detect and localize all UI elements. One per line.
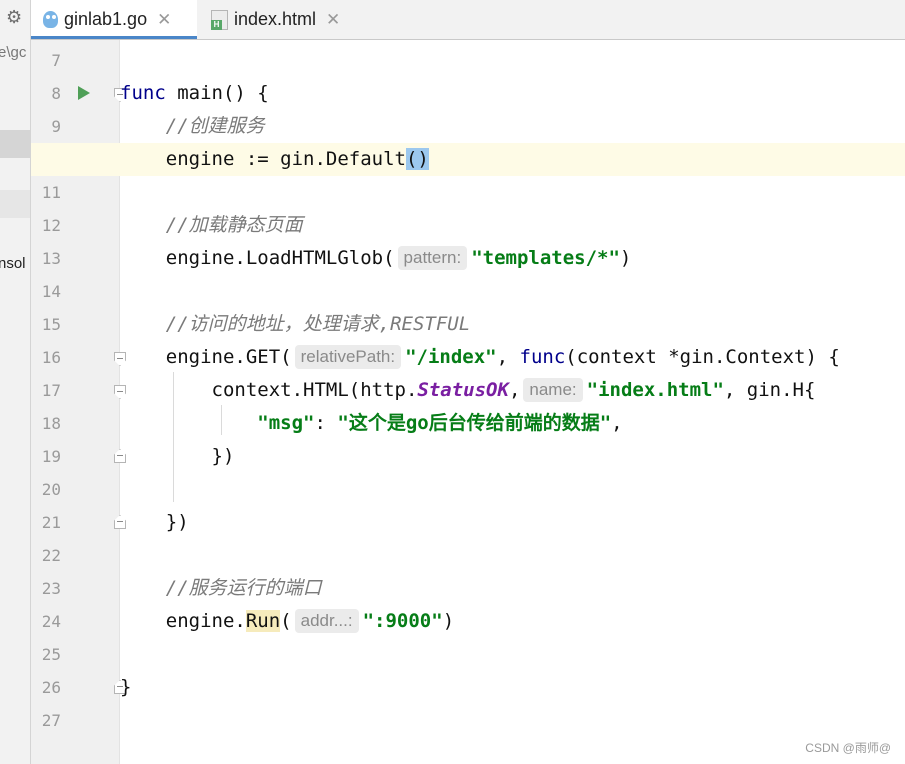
line-number: 11 [41,183,61,202]
brace-match-highlight: () [405,148,429,170]
code-text: }) [165,511,189,533]
code-line: //服务运行的端口 [120,572,905,605]
string-literal: "templates/*" [471,247,620,269]
code-text: : [314,412,338,434]
code-line: }) [120,440,905,473]
parameter-hint: pattern: [397,246,468,270]
code-text: , [496,346,520,368]
tab-ginlab1-go[interactable]: ginlab1.go ✕ [31,0,197,39]
gear-icon[interactable]: ⚙ [6,8,26,28]
code-text: }) [211,445,235,467]
project-console-fragment: nsol [0,255,26,272]
go-file-icon [43,11,58,28]
line-number: 22 [41,546,61,565]
code-line-current: engine := gin.Default() [31,143,905,176]
string-literal: "msg" [257,412,315,434]
code-line: engine.LoadHTMLGlob(pattern: "templates/*… [120,242,905,275]
line-number: 16 [41,348,61,367]
comment: //创建服务 [165,115,265,137]
code-text: engine.LoadHTMLGlob( [165,247,395,269]
parameter-hint: relativePath: [294,345,402,369]
code-text: ) [442,610,455,632]
code-line: //访问的地址，处理请求,RESTFUL [120,308,905,341]
string-literal: "/index" [405,346,497,368]
code-text: , gin.H{ [723,379,816,401]
parameter-hint: addr...: [294,609,359,633]
code-text: } [120,676,132,698]
run-icon[interactable] [78,86,90,100]
line-number: 27 [41,711,61,730]
project-tree-row[interactable] [0,190,30,218]
project-pane: ⚙ e\gc nsol [0,0,31,764]
code-text: context.HTML(http. [211,379,418,401]
code-text: , [611,412,623,434]
code-line: }) [120,506,905,539]
code-line: "msg": "这个是go后台传给前端的数据", [120,407,905,440]
code-text: main() { [165,82,269,104]
comment: //访问的地址，处理请求,RESTFUL [165,313,471,335]
code-text: engine.GET( [165,346,292,368]
line-number: 19 [41,447,61,466]
comment: //加载静态页面 [165,214,303,236]
html-file-icon: H [211,9,228,30]
string-literal: ":9000" [362,610,443,632]
line-number: 12 [41,216,61,235]
line-number: 8 [51,84,61,103]
string-literal: "这个是go后台传给前端的数据" [337,412,612,434]
code-line: engine.GET(relativePath: "/index", func(c… [120,341,905,374]
usage-highlight: Run [245,610,281,632]
code-text: ) [619,247,632,269]
code-text: , [508,379,521,401]
code-line: } [120,671,905,704]
line-number: 26 [41,678,61,697]
parameter-hint: name: [523,378,583,402]
code-text: (context *gin.Context) { [565,346,840,368]
code-line: //加载静态页面 [120,209,905,242]
code-line: //创建服务 [120,110,905,143]
tab-label: index.html [234,9,317,29]
line-number: 7 [51,51,61,70]
constant: StatusOK [417,379,509,401]
line-number: 15 [41,315,61,334]
tab-label: ginlab1.go [64,9,148,29]
project-tree-selected-row[interactable] [0,130,30,158]
line-number: 21 [41,513,61,532]
project-path-fragment: e\gc [0,44,27,61]
code-line: context.HTML(http.StatusOK, name: "index.h… [120,374,905,407]
line-number: 13 [41,249,61,268]
line-number: 24 [41,612,61,631]
close-icon[interactable]: ✕ [157,10,171,30]
line-number: 14 [41,282,61,301]
code-text: engine := gin.Default [165,148,406,170]
comment: //服务运行的端口 [165,577,322,599]
editor-tab-bar: ginlab1.go ✕ H index.html ✕ [31,0,905,40]
keyword: func [120,82,166,104]
line-number: 9 [51,117,61,136]
line-number: 17 [41,381,61,400]
code-line: func main() { [120,77,905,110]
code-text: engine. [165,610,246,632]
watermark: CSDN @雨师@ [805,741,891,755]
tab-index-html[interactable]: H index.html ✕ [199,0,381,39]
code-editor[interactable]: func main() { //创建服务 engine := gin.Defau… [31,40,905,764]
close-icon[interactable]: ✕ [326,10,340,30]
string-literal: "index.html" [586,379,724,401]
line-number: 23 [41,579,61,598]
line-number: 18 [41,414,61,433]
code-line: engine.Run(addr...: ":9000") [120,605,905,638]
keyword: func [519,346,566,368]
code-text: ( [280,610,292,632]
line-number: 20 [41,480,61,499]
line-number: 25 [41,645,61,664]
